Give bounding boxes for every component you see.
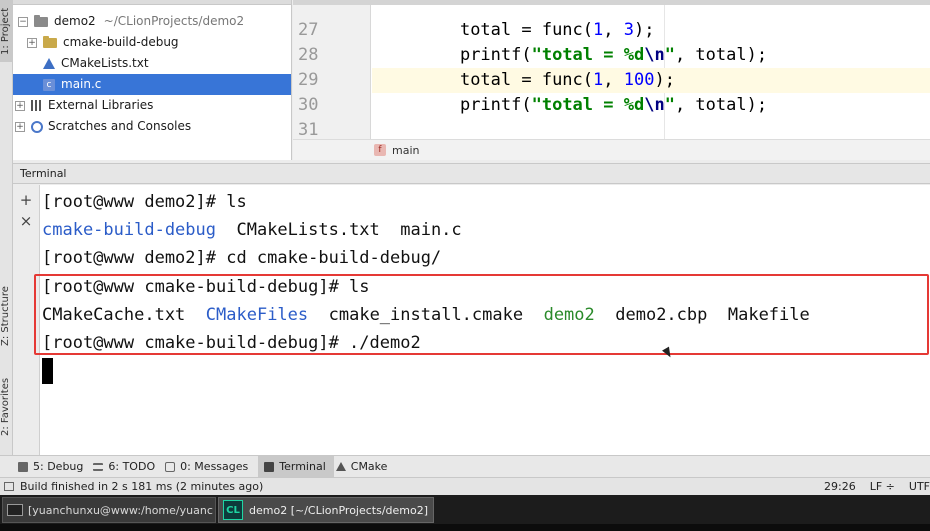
code-editor[interactable]: 27 28 29 30 31 total = func(1, 3); print… xyxy=(293,0,930,160)
tree-item-label: Scratches and Consoles xyxy=(48,119,192,133)
project-panel-header xyxy=(13,0,291,5)
tree-root-demo2[interactable]: − demo2 ~/CLionProjects/demo2 xyxy=(18,11,244,32)
expand-toggle-icon[interactable]: + xyxy=(15,100,25,111)
tree-item-label: cmake-build-debug xyxy=(63,35,179,49)
terminal-app-icon xyxy=(7,504,23,516)
tree-root-label: demo2 xyxy=(54,14,96,28)
tree-item-cmakelists[interactable]: CMakeLists.txt xyxy=(43,53,149,74)
editor-tab-bar xyxy=(293,0,930,5)
tree-item-label: main.c xyxy=(61,77,102,91)
new-session-icon[interactable]: + xyxy=(19,193,33,208)
todo-icon xyxy=(93,462,104,471)
tool-window-label: 6: TODO xyxy=(108,460,156,473)
tree-item-label: CMakeLists.txt xyxy=(61,56,149,70)
line-number-gutter: 27 28 29 30 31 xyxy=(293,5,371,140)
favorites-tool-tab[interactable]: 2: Favorites xyxy=(0,372,13,442)
library-icon xyxy=(31,100,43,111)
directory-entry: cmake-build-debug xyxy=(42,220,216,240)
executable-entry: demo2 xyxy=(543,305,595,325)
tool-window-messages[interactable]: 0: Messages xyxy=(165,456,256,478)
tool-window-label: 0: Messages xyxy=(180,460,249,473)
line-number: 28 xyxy=(298,45,319,65)
tool-window-terminal[interactable]: Terminal xyxy=(258,455,334,478)
line-number: 30 xyxy=(298,95,319,115)
structure-tool-tab[interactable]: Z: Structure xyxy=(0,280,13,352)
line-separator[interactable]: LF ÷ xyxy=(870,478,895,495)
tree-item-cmake-build-debug[interactable]: + cmake-build-debug xyxy=(27,32,179,53)
folder-icon xyxy=(34,14,48,27)
taskbar-window-title: [yuanchunxu@www:/home/yuanc xyxy=(28,503,213,517)
folder-icon xyxy=(43,35,57,48)
line-number: 29 xyxy=(298,70,319,90)
file-entries: CMakeLists.txt main.c xyxy=(236,220,462,240)
clion-app-icon: CL xyxy=(223,500,243,520)
tool-window-debug[interactable]: 5: Debug xyxy=(18,456,91,478)
file-encoding[interactable]: UTF xyxy=(909,478,930,495)
status-panel-icon[interactable] xyxy=(4,482,14,491)
os-taskbar: [yuanchunxu@www:/home/yuanc CL demo2 [~/… xyxy=(0,495,930,531)
editor-breadcrumb[interactable]: f main xyxy=(293,139,930,160)
terminal-line: [root@www cmake-build-debug]# ls xyxy=(42,277,370,297)
tool-window-bar: 5: Debug 6: TODO 0: Messages Terminal CM… xyxy=(0,455,930,478)
collapse-toggle-icon[interactable]: − xyxy=(18,16,28,27)
directory-entry: CMakeFiles xyxy=(205,305,309,325)
terminal-side-toolbar: + × xyxy=(13,185,40,455)
file-entry: demo2.cbp xyxy=(615,305,708,325)
project-tool-tab[interactable]: 1: Project xyxy=(0,0,13,62)
tool-window-label: 5: Debug xyxy=(33,460,84,473)
line-number: 27 xyxy=(298,20,319,40)
code-line-29[interactable]: total = func(1, 100); xyxy=(372,68,930,93)
terminal-line: cmake-build-debug CMakeLists.txt main.c xyxy=(42,216,462,244)
close-session-icon[interactable]: × xyxy=(19,214,33,229)
code-line-27[interactable]: total = func(1, 3); xyxy=(372,18,930,43)
cmake-icon xyxy=(43,58,55,69)
code-line-30[interactable]: printf("total = %d\n", total); xyxy=(372,93,930,118)
file-entry: Makefile xyxy=(727,305,810,325)
scratches-icon xyxy=(31,120,43,133)
debug-icon xyxy=(18,461,28,472)
tree-root-path: ~/CLionProjects/demo2 xyxy=(103,14,245,28)
terminal-line: [root@www cmake-build-debug]# ./demo2 xyxy=(42,333,421,353)
expand-toggle-icon[interactable]: + xyxy=(27,37,37,48)
caret-position[interactable]: 29:26 xyxy=(824,478,856,495)
terminal-icon xyxy=(264,461,275,472)
taskbar-window-title: demo2 [~/CLionProjects/demo2] xyxy=(249,503,429,517)
code-line-28[interactable]: printf("total = %d\n", total); xyxy=(372,43,930,68)
file-entry: CMakeCache.txt xyxy=(42,305,186,325)
terminal-panel-header: Terminal xyxy=(13,163,930,184)
taskbar-clion-window[interactable]: CL demo2 [~/CLionProjects/demo2] xyxy=(218,497,434,523)
status-bar: Build finished in 2 s 181 ms (2 minutes … xyxy=(0,477,930,495)
c-file-icon: c xyxy=(43,78,55,91)
breadcrumb-label: main xyxy=(392,143,420,157)
terminal-line: [root@www demo2]# cd cmake-build-debug/ xyxy=(42,248,442,268)
tree-item-scratches[interactable]: + Scratches and Consoles xyxy=(15,116,191,137)
status-indicators: 29:26 LF ÷ UTF xyxy=(824,478,930,495)
tree-item-main-c[interactable]: c main.c xyxy=(13,74,291,95)
tree-item-external-libraries[interactable]: + External Libraries xyxy=(15,95,153,116)
tool-window-todo[interactable]: 6: TODO xyxy=(93,456,163,478)
cmake-icon xyxy=(335,462,346,471)
function-icon: f xyxy=(374,144,386,156)
left-tool-stripe: 1: Project Z: Structure 2: Favorites xyxy=(0,0,13,455)
terminal-cursor xyxy=(42,358,53,384)
file-entry: cmake_install.cmake xyxy=(328,305,524,325)
expand-toggle-icon[interactable]: + xyxy=(15,121,25,132)
terminal-output[interactable]: [root@www demo2]# ls cmake-build-debug C… xyxy=(40,185,930,455)
tool-window-cmake[interactable]: CMake xyxy=(335,456,396,478)
taskbar-terminal-window[interactable]: [yuanchunxu@www:/home/yuanc xyxy=(2,497,216,523)
tool-window-label: CMake xyxy=(350,460,388,473)
taskbar-bottom-strip xyxy=(0,524,930,531)
tree-item-label: External Libraries xyxy=(48,98,154,112)
status-message: Build finished in 2 s 181 ms (2 minutes … xyxy=(20,480,264,493)
terminal-line: CMakeCache.txt CMakeFiles cmake_install.… xyxy=(42,301,810,329)
terminal-line: [root@www demo2]# ls xyxy=(42,192,247,212)
tool-window-label: Terminal xyxy=(279,460,326,473)
messages-icon xyxy=(165,461,176,472)
project-tree-panel: − demo2 ~/CLionProjects/demo2 + cmake-bu… xyxy=(13,0,292,160)
